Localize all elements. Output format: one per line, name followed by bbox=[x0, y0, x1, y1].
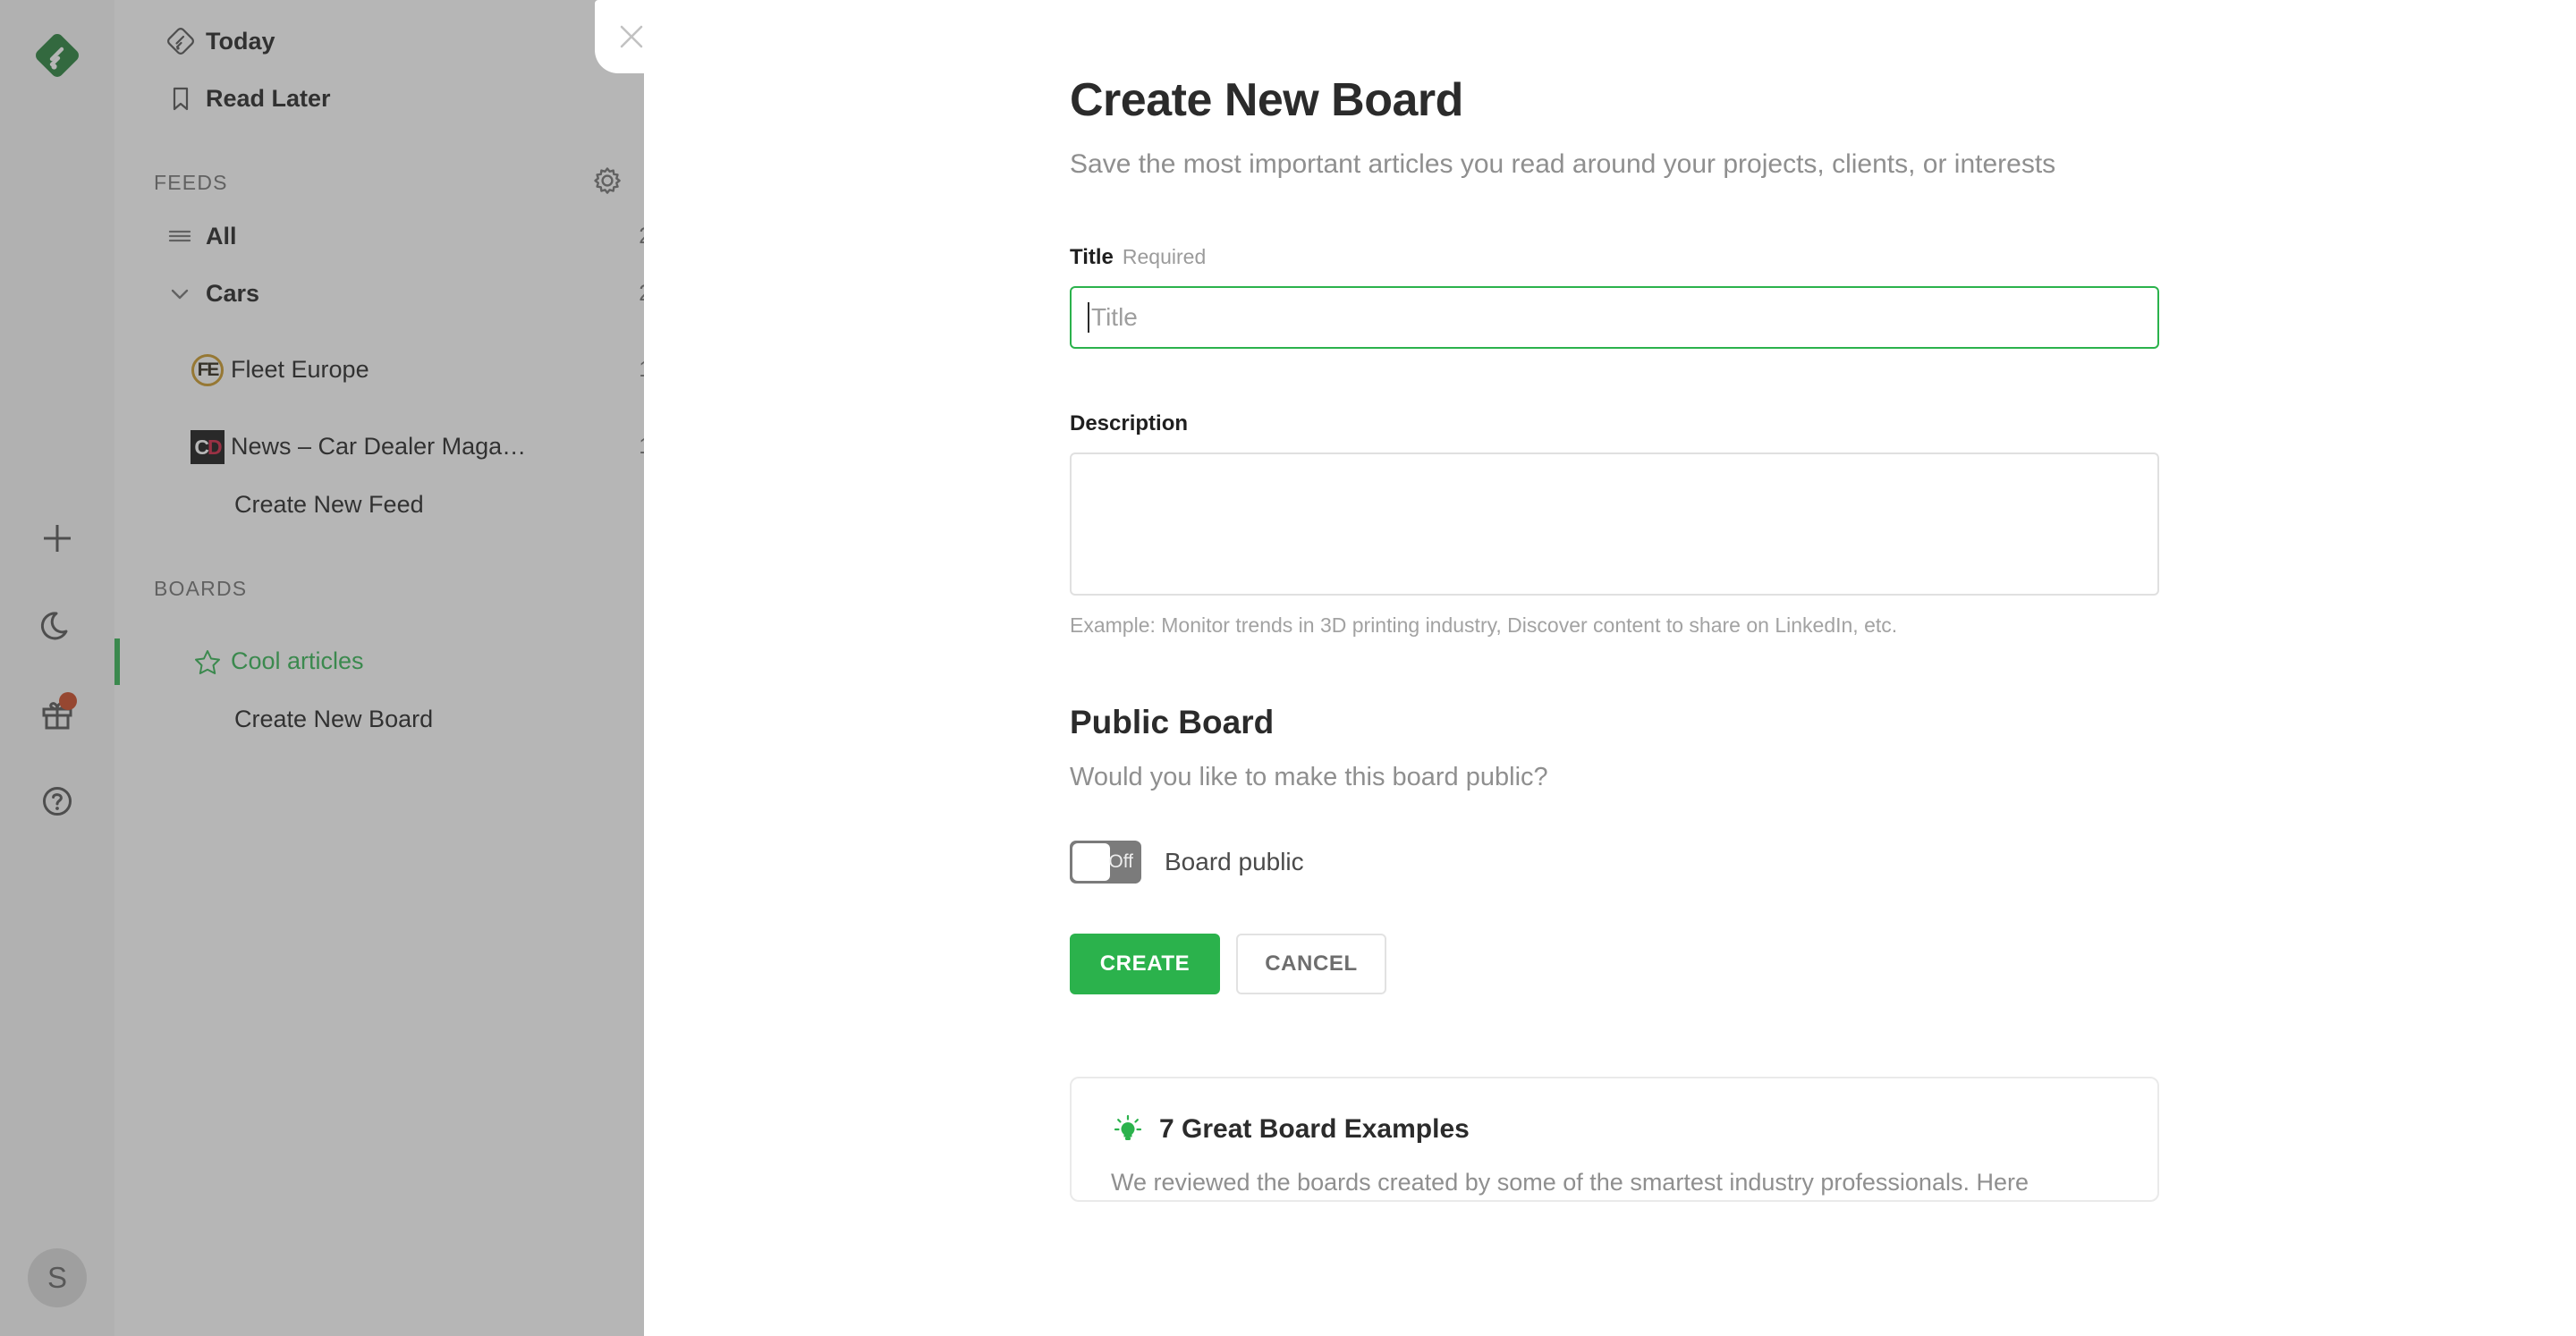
board-public-toggle[interactable]: Off bbox=[1070, 840, 1141, 884]
board-examples-title: 7 Great Board Examples bbox=[1159, 1113, 1470, 1144]
board-examples-header: 7 Great Board Examples bbox=[1111, 1112, 2118, 1146]
modal-overlay[interactable] bbox=[0, 0, 644, 1336]
panel-content: Create New Board Save the most important… bbox=[644, 0, 2576, 1202]
page-subtitle: Save the most important articles you rea… bbox=[1070, 149, 2056, 179]
description-field-label: Description bbox=[1070, 410, 1189, 435]
feedly-app-window: S Today Read Later FEEDS All Cars FE Fle… bbox=[0, 0, 2576, 1336]
title-required-label: Required bbox=[1122, 244, 1207, 268]
board-public-label: Board public bbox=[1165, 847, 1304, 875]
description-field-block: Description Example: Monitor trends in 3… bbox=[1070, 411, 2576, 638]
title-label-text: Title bbox=[1070, 244, 1114, 269]
text-caret bbox=[1088, 301, 1089, 333]
description-hint: Example: Monitor trends in 3D printing i… bbox=[1070, 613, 1898, 637]
board-public-toggle-row: Off Board public bbox=[1070, 840, 2576, 884]
title-field-block: Title Required Title bbox=[1070, 245, 2576, 349]
page-title: Create New Board bbox=[1070, 74, 1463, 126]
title-input-placeholder: Title bbox=[1091, 302, 1138, 331]
cancel-button[interactable]: CANCEL bbox=[1236, 933, 1386, 994]
close-icon bbox=[616, 21, 647, 52]
toggle-knob bbox=[1072, 842, 1110, 881]
lightbulb-icon bbox=[1111, 1112, 1145, 1146]
description-textarea[interactable] bbox=[1070, 452, 2159, 596]
action-buttons: CREATE CANCEL bbox=[1070, 933, 2576, 994]
public-board-question: Would you like to make this board public… bbox=[1070, 762, 1548, 791]
title-input[interactable]: Title bbox=[1070, 285, 2159, 349]
create-button[interactable]: CREATE bbox=[1070, 933, 1220, 994]
toggle-state-label: Off bbox=[1108, 850, 1133, 872]
title-field-label: Title Required bbox=[1070, 245, 2576, 270]
public-board-heading: Public Board bbox=[1070, 703, 1275, 740]
close-panel-button[interactable] bbox=[595, 0, 702, 73]
board-examples-card[interactable]: 7 Great Board Examples We reviewed the b… bbox=[1070, 1076, 2159, 1202]
board-examples-body: We reviewed the boards created by some o… bbox=[1111, 1168, 2029, 1196]
create-board-panel: Create New Board Save the most important… bbox=[595, 0, 2576, 1336]
